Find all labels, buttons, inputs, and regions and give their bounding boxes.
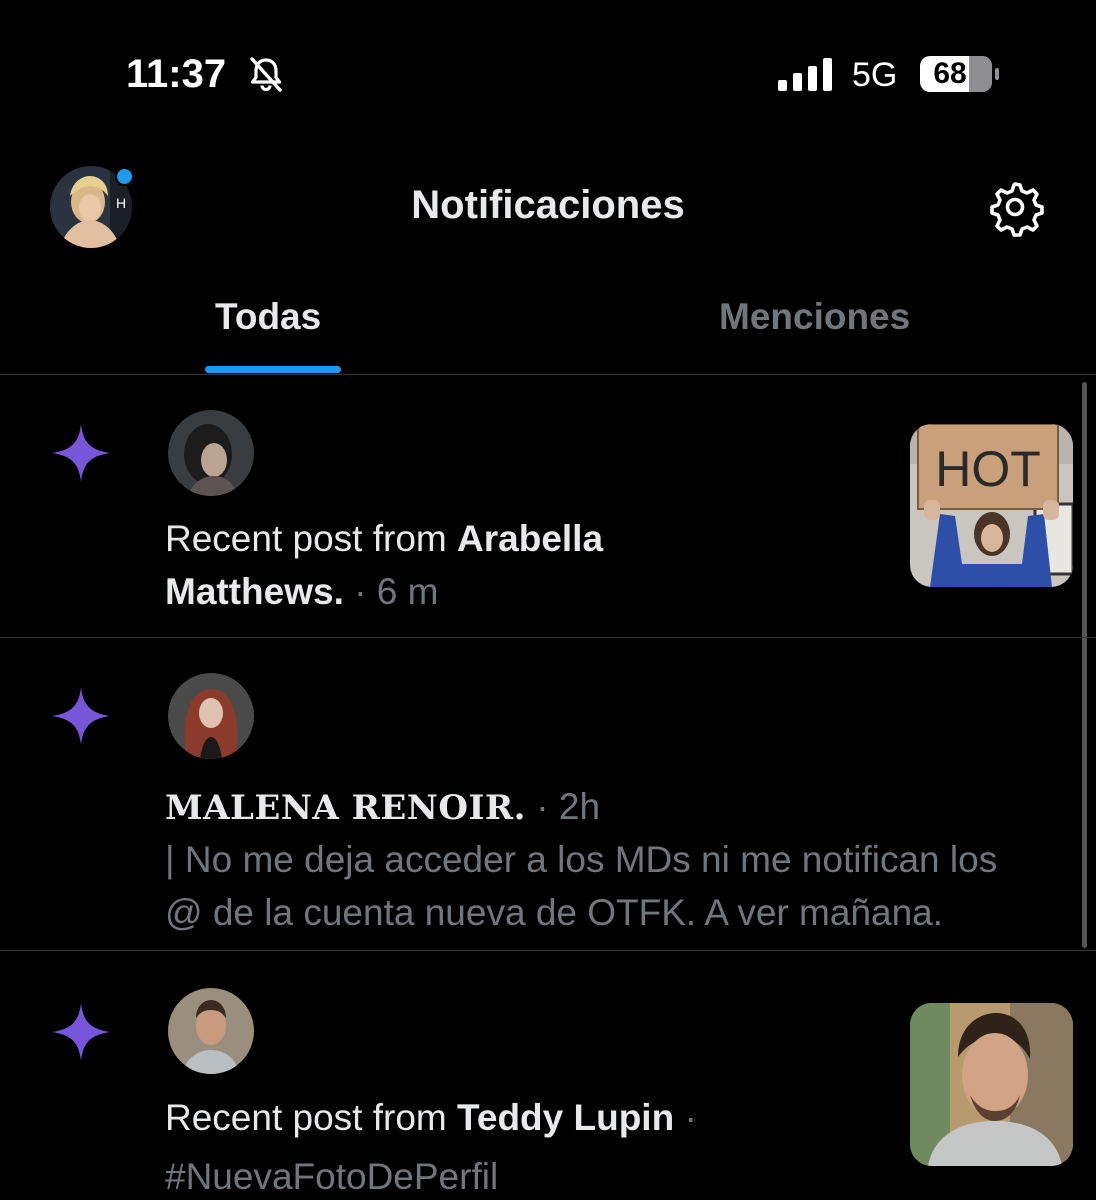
page-title: Notificaciones	[411, 183, 685, 227]
notification-text-line: MALENA RENOIR. · 2h	[165, 786, 600, 828]
signal-strength-icon	[778, 58, 832, 91]
avatar-image	[168, 673, 254, 759]
tabs-divider	[0, 374, 1096, 375]
post-body-line: | No me deja acceder a los MDs ni me not…	[165, 839, 998, 880]
separator: ·	[674, 1097, 697, 1138]
post-thumbnail[interactable]: HOT	[910, 424, 1073, 587]
timestamp: · 2h	[526, 786, 601, 827]
author-name[interactable]: Teddy Lupin	[457, 1097, 674, 1138]
status-time: 11:37	[126, 52, 227, 96]
svg-text:HOT: HOT	[935, 441, 1041, 497]
gear-icon[interactable]	[984, 176, 1046, 238]
avatar[interactable]	[168, 673, 254, 759]
post-thumbnail-image: HOT	[910, 424, 1073, 587]
battery-nub	[995, 68, 999, 80]
notification-prefix: Recent post from	[165, 518, 458, 559]
notification-prefix: Recent post from	[165, 1097, 458, 1138]
notification-item[interactable]: Recent post from Teddy Lupin · #NuevaFot…	[0, 951, 1096, 1200]
post-body-line: @ de la cuenta nueva de OTFK. A ver maña…	[165, 892, 944, 933]
avatar[interactable]	[168, 410, 254, 496]
battery-percent: 68	[933, 57, 967, 90]
bell-off-icon	[250, 57, 282, 92]
network-type: 5G	[852, 56, 898, 94]
tab-all[interactable]: Todas	[215, 296, 321, 338]
notification-text-line: Recent post from Arabella	[165, 518, 603, 560]
avatar[interactable]	[168, 988, 254, 1074]
sparkle-icon	[52, 424, 110, 482]
hashtag[interactable]: #NuevaFotoDePerfil	[165, 1156, 498, 1198]
tab-mentions[interactable]: Menciones	[719, 296, 910, 338]
active-tab-indicator	[205, 366, 341, 373]
author-name[interactable]: MALENA RENOIR.	[165, 788, 526, 828]
sparkle-icon	[52, 687, 110, 745]
avatar-image	[168, 988, 254, 1074]
author-name-cont[interactable]: Matthews.	[165, 571, 344, 612]
author-name[interactable]: Arabella	[457, 518, 603, 559]
avatar-image	[168, 410, 254, 496]
notification-text-line: Matthews. · 6 m	[165, 571, 438, 613]
battery-indicator: 68	[920, 56, 992, 92]
notification-item[interactable]: HOT Recent post from Arabella Matthews. …	[0, 376, 1096, 637]
timestamp: · 6 m	[343, 571, 439, 612]
sparkle-icon	[52, 1003, 110, 1061]
notification-text-line: Recent post from Teddy Lupin ·	[165, 1097, 697, 1139]
post-thumbnail-image	[910, 1003, 1073, 1166]
notification-item[interactable]: MALENA RENOIR. · 2h | No me deja acceder…	[0, 638, 1096, 950]
post-thumbnail[interactable]	[910, 1003, 1073, 1166]
